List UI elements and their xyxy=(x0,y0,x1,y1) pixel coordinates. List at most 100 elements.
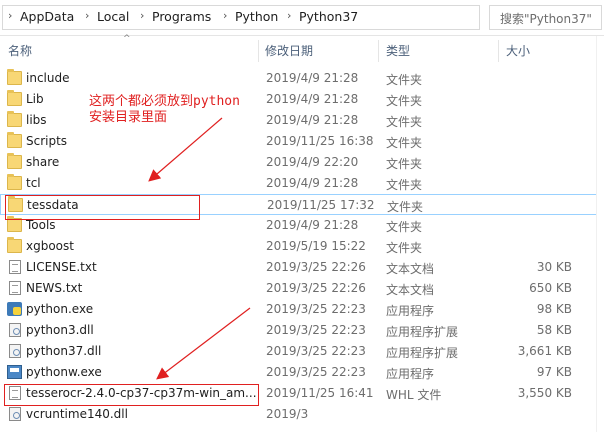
file-type: 应用程序 xyxy=(386,367,435,381)
file-name: pythonw.exe xyxy=(26,365,102,379)
dll-icon xyxy=(9,323,21,337)
file-type: 文本文档 xyxy=(386,262,435,276)
file-name: libs xyxy=(26,113,47,127)
file-name: include xyxy=(26,71,70,85)
file-type: 文件夹 xyxy=(387,200,424,214)
file-date: 2019/3 xyxy=(266,407,309,421)
file-type: 文件夹 xyxy=(386,94,423,108)
file-date: 2019/3/25 22:23 xyxy=(266,323,366,337)
file-type: 文件夹 xyxy=(386,241,423,255)
file-row[interactable]: pythonw.exe 2019/3/25 22:23 应用程序 97 KB xyxy=(0,362,604,383)
file-size: 3,661 KB xyxy=(517,344,572,358)
file-size: 97 KB xyxy=(536,365,572,379)
file-size: 30 KB xyxy=(536,260,572,274)
breadcrumb-python[interactable]: Python xyxy=(235,9,278,24)
file-date: 2019/3/25 22:23 xyxy=(266,365,366,379)
file-name: Scripts xyxy=(26,134,68,148)
file-row[interactable]: include 2019/4/9 21:28 文件夹 xyxy=(0,68,604,89)
breadcrumb[interactable]: › AppData › Local › Programs › Python › … xyxy=(2,5,480,30)
column-date[interactable]: 修改日期 xyxy=(265,42,313,59)
column-size[interactable]: 大小 xyxy=(506,42,530,59)
column-type[interactable]: 类型 xyxy=(386,42,410,59)
chevron-right-icon[interactable]: › xyxy=(8,9,12,22)
file-row[interactable]: python3.dll 2019/3/25 22:23 应用程序扩展 58 KB xyxy=(0,320,604,341)
annotation-text: 这两个都必须放到python 安装目录里面 xyxy=(89,94,240,126)
python-exe-icon xyxy=(7,302,22,316)
file-row[interactable]: NEWS.txt 2019/3/25 22:26 文本文档 650 KB xyxy=(0,278,604,299)
chevron-right-icon[interactable]: › xyxy=(140,9,144,22)
file-date: 2019/4/9 21:28 xyxy=(266,176,359,190)
breadcrumb-local[interactable]: Local xyxy=(97,9,129,24)
chevron-right-icon[interactable]: › xyxy=(287,9,291,22)
file-size: 3,550 KB xyxy=(517,386,572,400)
breadcrumb-programs[interactable]: Programs xyxy=(152,9,211,24)
file-row[interactable]: Scripts 2019/11/25 16:38 文件夹 xyxy=(0,131,604,152)
file-size: 98 KB xyxy=(536,302,572,316)
file-type: 文件夹 xyxy=(386,157,423,171)
file-row[interactable]: tcl 2019/4/9 21:28 文件夹 xyxy=(0,173,604,194)
folder-icon xyxy=(7,174,22,190)
search-input[interactable]: 搜索"Python37" xyxy=(489,5,602,30)
file-row[interactable]: xgboost 2019/5/19 15:22 文件夹 xyxy=(0,236,604,257)
text-file-icon xyxy=(9,281,21,295)
column-name[interactable]: 名称 xyxy=(8,42,32,59)
file-row[interactable]: python.exe 2019/3/25 22:23 应用程序 98 KB xyxy=(0,299,604,320)
file-date: 2019/4/9 21:28 xyxy=(266,71,359,85)
file-name: Tools xyxy=(26,218,56,232)
folder-icon xyxy=(7,237,22,253)
file-date: 2019/5/19 15:22 xyxy=(266,239,366,253)
file-type: WHL 文件 xyxy=(386,388,442,402)
window-exe-icon xyxy=(7,365,22,379)
file-date: 2019/3/25 22:23 xyxy=(266,344,366,358)
file-row[interactable]: share 2019/4/9 22:20 文件夹 xyxy=(0,152,604,173)
file-name: python.exe xyxy=(26,302,94,316)
folder-icon xyxy=(7,132,22,148)
file-size: 650 KB xyxy=(529,281,572,295)
file-name: xgboost xyxy=(26,239,74,253)
file-date: 2019/3/25 22:26 xyxy=(266,260,366,274)
file-date: 2019/11/25 17:32 xyxy=(267,198,375,212)
vertical-scrollbar[interactable] xyxy=(596,36,604,432)
file-name: python3.dll xyxy=(26,323,94,337)
folder-icon xyxy=(7,69,22,85)
column-header: ^ 名称 修改日期 类型 大小 xyxy=(0,34,604,64)
file-type: 文件夹 xyxy=(386,136,423,150)
file-date: 2019/3/25 22:23 xyxy=(266,302,366,316)
file-type: 文件夹 xyxy=(386,115,423,129)
folder-icon xyxy=(7,111,22,127)
file-name: NEWS.txt xyxy=(26,281,83,295)
dll-icon xyxy=(9,344,21,358)
file-name: tcl xyxy=(26,176,41,190)
chevron-right-icon[interactable]: › xyxy=(223,9,227,22)
sort-ascending-icon: ^ xyxy=(123,34,131,44)
file-row[interactable]: vcruntime140.dll 2019/3 xyxy=(0,404,604,425)
file-type: 应用程序 xyxy=(386,304,435,318)
file-name: share xyxy=(26,155,60,169)
breadcrumb-appdata[interactable]: AppData xyxy=(20,9,74,24)
column-divider[interactable] xyxy=(498,40,499,62)
address-bar: › AppData › Local › Programs › Python › … xyxy=(0,0,604,36)
annotation-line-1: 这两个都必须放到python xyxy=(89,94,240,109)
file-row[interactable]: LICENSE.txt 2019/3/25 22:26 文本文档 30 KB xyxy=(0,257,604,278)
file-name: LICENSE.txt xyxy=(26,260,97,274)
file-type: 应用程序扩展 xyxy=(386,346,459,360)
annotation-line-2: 安装目录里面 xyxy=(89,110,168,125)
breadcrumb-python37[interactable]: Python37 xyxy=(299,9,358,24)
folder-icon xyxy=(7,153,22,169)
column-divider[interactable] xyxy=(378,40,379,62)
file-row[interactable]: python37.dll 2019/3/25 22:23 应用程序扩展 3,661 K… xyxy=(0,341,604,362)
file-date: 2019/4/9 21:28 xyxy=(266,92,359,106)
file-name: vcruntime140.dll xyxy=(26,407,128,421)
file-date: 2019/4/9 21:28 xyxy=(266,218,359,232)
file-date: 2019/11/25 16:38 xyxy=(266,134,374,148)
file-date: 2019/11/25 16:41 xyxy=(266,386,374,400)
folder-icon xyxy=(7,216,22,232)
file-type: 文件夹 xyxy=(386,73,423,87)
file-type: 应用程序扩展 xyxy=(386,325,459,339)
file-type: 文件夹 xyxy=(386,178,423,192)
chevron-right-icon[interactable]: › xyxy=(85,9,89,22)
file-size: 58 KB xyxy=(536,323,572,337)
file-date: 2019/3/25 22:26 xyxy=(266,281,366,295)
dll-icon xyxy=(9,407,21,421)
column-divider[interactable] xyxy=(258,40,259,62)
